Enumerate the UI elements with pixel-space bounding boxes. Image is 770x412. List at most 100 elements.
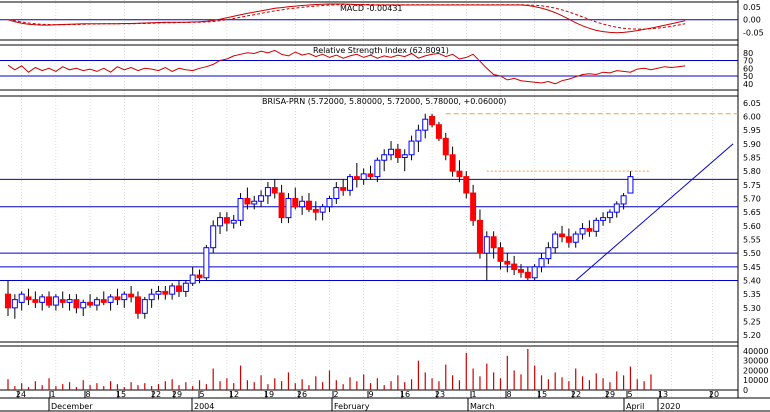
candle-body-down: [565, 236, 572, 243]
candle-body-down: [586, 228, 593, 232]
candle-body-up: [210, 225, 217, 249]
price-tick-label: 5.90: [743, 140, 761, 149]
macd-tick-label: 0.00: [743, 16, 761, 25]
price-tick-label: 5.55: [743, 236, 761, 245]
day-tick-label: 13: [658, 390, 668, 399]
candle-body-up: [593, 219, 600, 232]
candle-body-up: [11, 299, 18, 309]
day-tick-label: 19: [264, 390, 274, 399]
price-tick-label: 5.40: [743, 277, 761, 286]
candle-body-down: [524, 271, 531, 279]
candle-body-down: [87, 301, 94, 306]
candle-body-down: [463, 176, 470, 194]
candle-body-up: [237, 198, 244, 221]
candle-body-up: [422, 118, 429, 131]
candle-body-up: [93, 299, 100, 306]
candle-body-up: [606, 211, 613, 219]
price-tick-label: 5.75: [743, 181, 761, 190]
candle-body-up: [319, 206, 326, 213]
candle-body-down: [490, 236, 497, 249]
candle-body-up: [285, 198, 292, 219]
candle-body-down: [25, 296, 32, 301]
candle-body-down: [100, 299, 107, 303]
candle-body-up: [538, 258, 545, 268]
candle-body-up: [141, 299, 148, 314]
price-tick-label: 5.30: [743, 304, 761, 313]
candle-body-up: [613, 203, 620, 213]
month-tick-label: March: [470, 402, 494, 411]
candle-body-down: [176, 285, 182, 292]
day-tick-label: 8: [506, 390, 511, 399]
candle-body-up: [251, 200, 258, 205]
candle-body-up: [381, 154, 388, 161]
macd-tick-label: 0.05: [743, 3, 761, 12]
candle-body-down: [449, 154, 456, 172]
volume-tick-label: 20000: [743, 366, 768, 375]
candle-body-up: [627, 176, 634, 194]
candle-body-down: [46, 296, 53, 306]
candle-body-up: [121, 293, 128, 301]
macd-tick-label: -0.05: [743, 28, 764, 37]
candle-body-down: [32, 299, 39, 303]
day-tick-label: 26: [297, 390, 307, 399]
candle-body-down: [128, 293, 135, 298]
price-tick-label: 5.70: [743, 195, 761, 204]
day-tick-label: 1: [471, 390, 476, 399]
volume-tick-label: 40000: [743, 347, 768, 356]
candle-body-up: [148, 293, 155, 301]
candle-body-up: [620, 195, 627, 205]
candle-body-down: [73, 299, 80, 309]
day-tick-label: 20: [709, 390, 719, 399]
candle-body-up: [18, 293, 25, 303]
month-tick-label: February: [334, 402, 370, 411]
chart-background: [0, 0, 770, 412]
candle-body-up: [66, 299, 73, 303]
price-title: BRISA-PRN (5.72000, 5.80000, 5.72000, 5.…: [262, 97, 506, 106]
candle-body-up: [203, 247, 210, 279]
price-tick-label: 5.65: [743, 208, 761, 217]
candle-body-down: [429, 116, 436, 126]
candle-body-up: [408, 140, 415, 156]
rsi-title: Relative Strength Index (62.8091): [313, 46, 449, 55]
day-tick-label: 23: [435, 390, 445, 399]
price-tick-label: 5.35: [743, 290, 761, 299]
candle-body-up: [52, 296, 59, 306]
price-tick-label: 5.25: [743, 318, 761, 327]
candle-body-down: [223, 217, 230, 224]
candle-body-up: [415, 129, 422, 142]
candle-body-down: [435, 124, 442, 139]
price-tick-label: 5.80: [743, 167, 761, 176]
candle-body-up: [107, 296, 114, 303]
price-tick-label: 6.05: [743, 99, 761, 108]
candle-body-down: [162, 290, 169, 295]
candle-body-up: [374, 159, 381, 178]
price-tick-label: 5.20: [743, 331, 761, 340]
candle-body-up: [230, 219, 237, 224]
candle-body-up: [531, 266, 538, 279]
volume-tick-label: 0: [743, 386, 748, 395]
candle-body-up: [552, 233, 559, 249]
candle-body-up: [299, 200, 306, 208]
day-tick-label: 15: [537, 390, 547, 399]
day-tick-label: 15: [116, 390, 126, 399]
candle-body-down: [504, 260, 511, 265]
candle-body-up: [326, 198, 333, 208]
candle-body-down: [470, 192, 477, 221]
candle-body-down: [476, 219, 483, 254]
day-tick-label: 16: [400, 390, 410, 399]
candle-body-down: [497, 247, 504, 262]
candle-body-up: [401, 154, 408, 158]
candle-body-up: [388, 148, 395, 156]
day-tick-label: 29: [172, 390, 182, 399]
candle-body-up: [80, 301, 87, 309]
candle-body-up: [217, 217, 224, 227]
day-tick-label: 29: [605, 390, 615, 399]
candle-body-down: [456, 170, 463, 178]
rsi-tick-label: 40: [743, 80, 753, 89]
candle-body-down: [292, 198, 299, 208]
macd-title: MACD -0.00431: [340, 4, 403, 13]
day-tick-label: 5: [627, 390, 632, 399]
candle-body-down: [394, 148, 401, 159]
candle-body-down: [353, 176, 360, 180]
candle-body-down: [244, 198, 251, 205]
